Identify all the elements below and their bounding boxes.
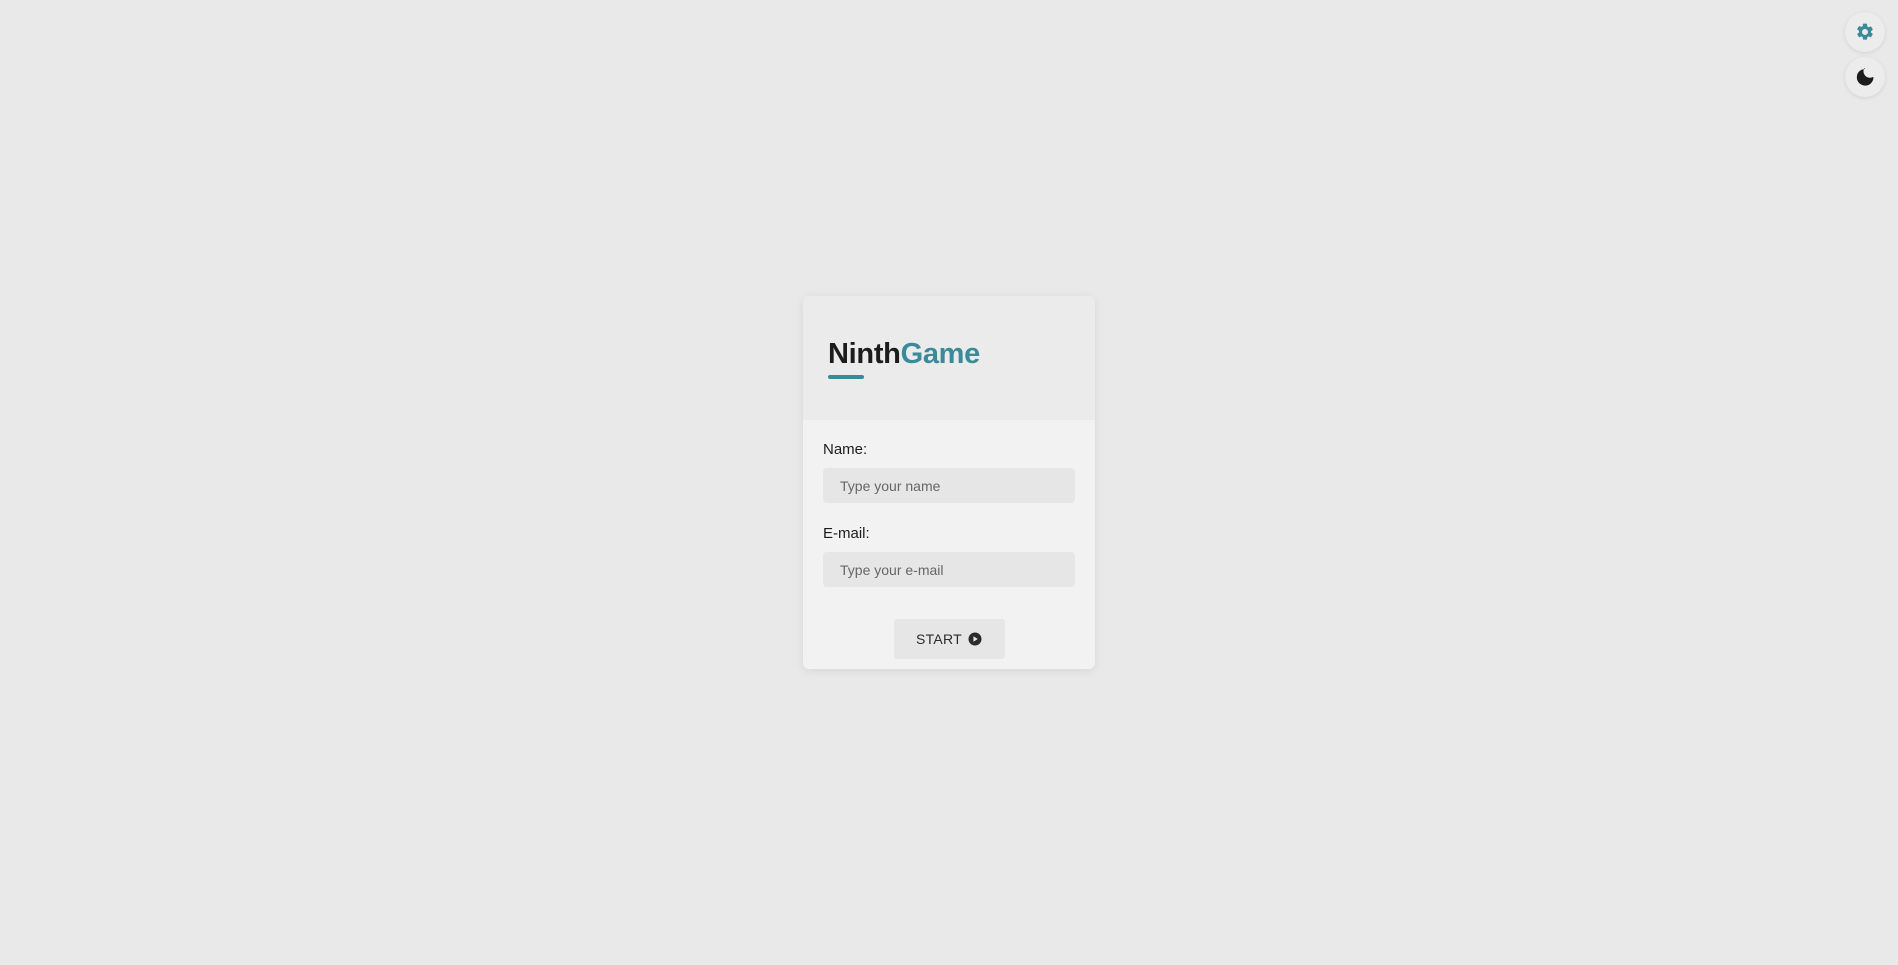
gear-icon (1855, 22, 1875, 42)
email-label: E-mail: (823, 525, 870, 542)
email-field-group: E-mail: (823, 525, 1075, 587)
page: NinthGame Name: E-mail: START (0, 0, 1898, 965)
name-field-group: Name: (823, 441, 1075, 503)
name-input[interactable] (823, 468, 1075, 503)
play-circle-icon (968, 632, 982, 646)
login-form: Name: E-mail: START (803, 420, 1095, 659)
name-label: Name: (823, 441, 868, 458)
brand-name-part1: Ninth (828, 338, 901, 370)
brand-logo: NinthGame (828, 340, 980, 369)
start-button[interactable]: START (893, 619, 1005, 659)
email-input[interactable] (823, 552, 1075, 587)
moon-icon (1855, 67, 1875, 87)
brand-underline (828, 375, 864, 379)
login-card: NinthGame Name: E-mail: START (803, 296, 1095, 669)
brand-name-part2: Game (900, 338, 981, 370)
dark-mode-toggle[interactable] (1845, 57, 1885, 97)
settings-button[interactable] (1845, 12, 1885, 52)
card-header: NinthGame (803, 296, 1095, 420)
start-button-label: START (915, 631, 963, 647)
start-button-wrap: START (823, 619, 1075, 659)
